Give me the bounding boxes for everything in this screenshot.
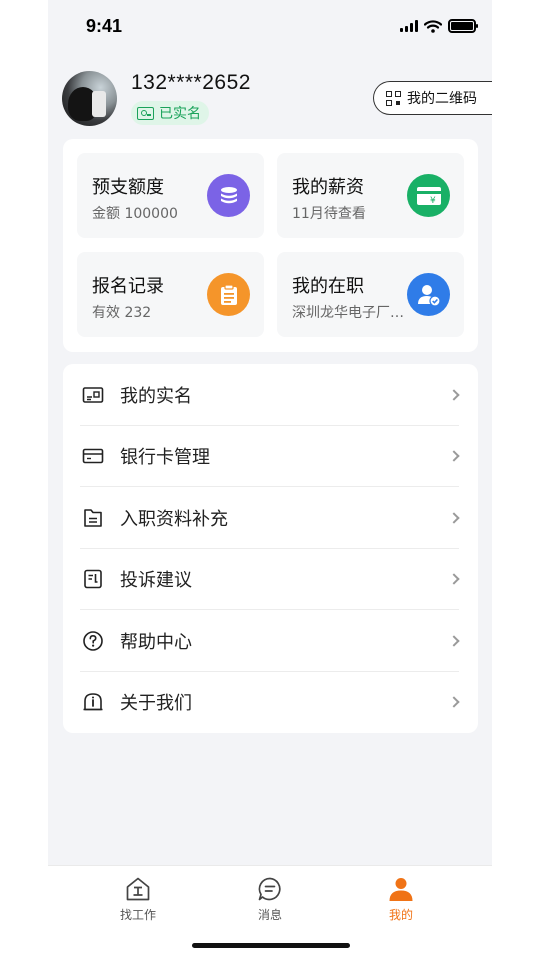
tile-my-salary[interactable]: 我的薪资 11月待查看 ¥ (277, 153, 464, 238)
tile-subtitle: 有效 232 (92, 305, 152, 321)
menu-item-bank-card[interactable]: 银行卡管理 (63, 426, 478, 487)
tab-mine[interactable]: 我的 (361, 876, 441, 923)
document-icon (84, 508, 102, 527)
my-qr-code-button[interactable]: 我的二维码 (373, 81, 492, 115)
status-icons (400, 19, 478, 33)
menu-item-complaints[interactable]: 投诉建议 (63, 549, 478, 610)
tab-messages[interactable]: 消息 (230, 876, 310, 923)
battery-icon (448, 19, 478, 33)
menu-item-help-center[interactable]: 帮助中心 (63, 610, 478, 672)
menu-label: 投诉建议 (120, 570, 192, 592)
tile-title: 我的在职 (292, 276, 364, 297)
menu-label: 关于我们 (120, 693, 192, 715)
chevron-right-icon (448, 573, 460, 585)
phone-screen: 9:41 132****2652 已实名 我的二维码 预支额度 金额 10000… (48, 0, 492, 960)
message-icon (258, 877, 281, 901)
tile-my-employment[interactable]: 我的在职 深圳龙华电子厂科技有限公司 (277, 252, 464, 337)
tab-find-jobs[interactable]: 找工作 (98, 876, 178, 923)
tab-label: 消息 (257, 908, 282, 922)
bank-card-icon (82, 448, 104, 464)
menu-item-real-name[interactable]: 我的实名 (63, 364, 478, 426)
chevron-right-icon (448, 635, 460, 647)
chevron-right-icon (448, 696, 460, 708)
tile-title: 我的薪资 (292, 177, 364, 198)
tile-title: 预支额度 (92, 177, 164, 198)
svg-text:¥: ¥ (430, 196, 436, 205)
home-icon (126, 877, 150, 901)
status-time: 9:41 (86, 16, 123, 36)
id-card-icon (82, 386, 104, 403)
chevron-right-icon (448, 389, 460, 401)
avatar[interactable] (62, 71, 117, 126)
menu-label: 入职资料补充 (120, 508, 228, 530)
home-indicator (192, 943, 350, 948)
tile-subtitle: 深圳龙华电子厂科技有限公司 (292, 305, 404, 321)
verified-label: 已实名 (159, 106, 201, 122)
tile-subtitle: 金额 100000 (92, 206, 178, 222)
menu-label: 帮助中心 (120, 631, 192, 653)
tab-label: 找工作 (119, 908, 156, 922)
menu-label: 我的实名 (120, 385, 192, 407)
signal-icon (400, 20, 418, 32)
tile-subtitle: 11月待查看 (292, 206, 366, 222)
status-bar: 9:41 (48, 0, 492, 54)
wifi-icon (424, 19, 442, 33)
quick-actions-card: 预支额度 金额 100000 我的薪资 11月待查看 ¥ 报名记录 有效 232… (63, 139, 478, 352)
coins-icon (207, 174, 250, 217)
card-yuan-icon: ¥ (407, 174, 450, 217)
user-phone-number: 132****2652 (131, 71, 251, 94)
settings-menu: 我的实名 银行卡管理 入职资料补充 投诉建议 帮助中心 关于我们 (63, 364, 478, 733)
qr-code-icon (386, 90, 401, 106)
help-icon (83, 630, 103, 651)
person-icon (389, 878, 413, 901)
menu-label: 银行卡管理 (120, 447, 210, 469)
qr-button-label: 我的二维码 (407, 91, 477, 107)
feedback-icon (84, 569, 102, 589)
tile-advance-limit[interactable]: 预支额度 金额 100000 (77, 153, 264, 238)
tile-title: 报名记录 (92, 276, 164, 297)
id-verified-icon (137, 106, 154, 120)
verified-badge: 已实名 (131, 101, 209, 125)
clipboard-icon (207, 273, 250, 316)
tile-signup-records[interactable]: 报名记录 有效 232 (77, 252, 264, 337)
menu-item-about-us[interactable]: 关于我们 (63, 672, 478, 734)
about-icon (83, 693, 103, 711)
menu-item-onboarding-docs[interactable]: 入职资料补充 (63, 487, 478, 549)
user-verified-icon (407, 273, 450, 316)
chevron-right-icon (448, 512, 460, 524)
chevron-right-icon (448, 450, 460, 462)
tab-label: 我的 (388, 908, 413, 922)
